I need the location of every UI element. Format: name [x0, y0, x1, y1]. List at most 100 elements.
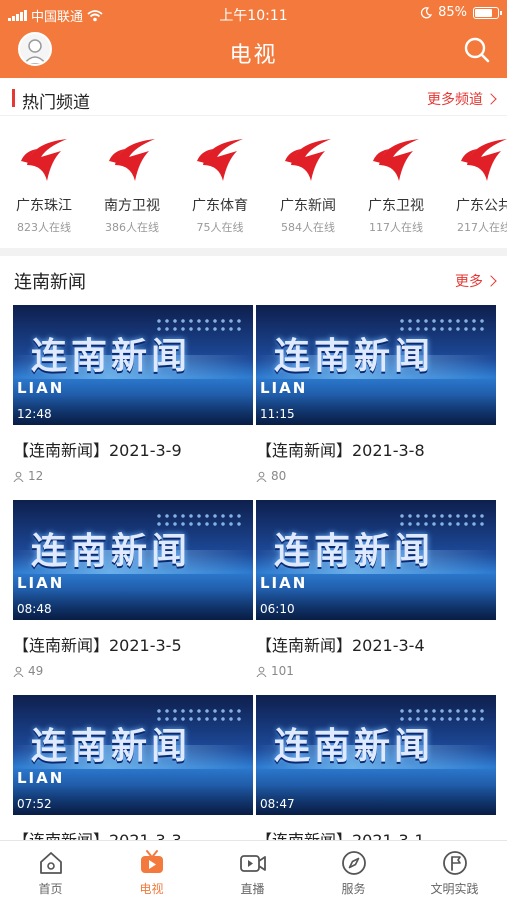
channel-item[interactable]: 广东珠江 823人在线: [0, 117, 88, 235]
home-icon: [39, 852, 62, 874]
channel-list: 广东珠江 823人在线 南方卫视 386人在线 广东体育 75人在线 广东新闻 …: [0, 117, 507, 247]
video-card[interactable]: 连南新闻 LIAN 06:10 【连南新闻】2021-3-4 101: [256, 500, 496, 678]
channel-online-count: 75人在线: [196, 221, 244, 234]
gdtv-logo-icon: [285, 139, 331, 181]
moon-icon: [421, 6, 433, 18]
channel-online-count: 217人在线: [457, 221, 507, 234]
flag-circle-icon: [442, 851, 467, 875]
nav-bar: 电视: [0, 28, 507, 78]
page-title: 电视: [229, 43, 278, 68]
channel-name: 广东公共: [456, 198, 507, 214]
video-duration: 11:15: [260, 407, 295, 421]
thumbnail-headline: 连南新闻: [274, 531, 435, 572]
chevron-right-icon: [485, 275, 497, 287]
video-camera-icon: [239, 855, 266, 872]
video-thumbnail: 连南新闻 LIAN 08:48: [13, 500, 253, 620]
person-icon: [13, 471, 24, 482]
section-marker: [12, 89, 15, 107]
tv-icon: [140, 850, 163, 873]
tab-tv-label: 电视: [139, 882, 164, 896]
battery-icon: [473, 6, 502, 19]
thumbnail-headline: 连南新闻: [274, 726, 435, 767]
section-divider: [0, 248, 507, 256]
channel-item[interactable]: 南方卫视 386人在线: [88, 117, 176, 235]
tab-live-label: 直播: [240, 882, 265, 896]
video-card[interactable]: 连南新闻 08:47 【连南新闻】2021-3-1: [256, 695, 496, 851]
video-thumbnail: 连南新闻 LIAN 11:15: [256, 305, 496, 425]
video-card[interactable]: 连南新闻 LIAN 11:15 【连南新闻】2021-3-8 80: [256, 305, 496, 483]
thumbnail-headline: 连南新闻: [31, 726, 192, 767]
channel-item[interactable]: 广东公共 217人在线: [440, 117, 507, 235]
video-duration: 08:47: [260, 797, 295, 811]
thumbnail-headline: 连南新闻: [31, 336, 192, 377]
news-section-header: 连南新闻 更多: [0, 262, 507, 298]
chevron-right-icon: [485, 93, 497, 105]
thumbnail-headline: 连南新闻: [274, 336, 435, 377]
gdtv-logo-icon: [461, 139, 507, 181]
battery-percent: 85%: [438, 5, 467, 20]
channel-online-count: 117人在线: [369, 221, 423, 234]
more-news-label: 更多: [455, 274, 483, 290]
gdtv-logo-icon: [373, 139, 419, 181]
video-views: 12: [13, 469, 253, 483]
more-channels-label: 更多频道: [427, 92, 483, 108]
tab-home-label: 首页: [38, 882, 63, 896]
video-duration: 06:10: [260, 602, 295, 616]
view-count: 12: [28, 469, 44, 483]
gdtv-logo-icon: [109, 139, 155, 181]
channel-online-count: 823人在线: [17, 221, 71, 234]
channel-online-count: 386人在线: [105, 221, 159, 234]
status-bar: 中国联通 上午10:11 85%: [0, 0, 507, 28]
channel-name: 广东体育: [192, 198, 248, 214]
person-icon: [256, 471, 267, 482]
channel-name: 广东珠江: [16, 198, 72, 214]
channel-item[interactable]: 广东体育 75人在线: [176, 117, 264, 235]
channel-item[interactable]: 广东新闻 584人在线: [264, 117, 352, 235]
video-views: 80: [256, 469, 496, 483]
video-title: 【连南新闻】2021-3-5: [13, 636, 182, 655]
channel-name: 广东新闻: [280, 198, 336, 214]
video-views: 49: [13, 664, 253, 678]
tab-service-label: 服务: [341, 882, 366, 896]
person-icon: [13, 666, 24, 677]
video-card[interactable]: 连南新闻 LIAN 12:48 【连南新闻】2021-3-9 12: [13, 305, 253, 483]
search-icon[interactable]: [463, 36, 491, 64]
tab-civilization[interactable]: 文明实践: [404, 841, 505, 900]
video-title: 【连南新闻】2021-3-8: [256, 441, 425, 460]
more-channels-link[interactable]: 更多频道: [427, 89, 497, 109]
video-thumbnail: 连南新闻 LIAN 07:52: [13, 695, 253, 815]
view-count: 101: [271, 664, 294, 678]
video-thumbnail: 连南新闻 LIAN 12:48: [13, 305, 253, 425]
tab-tv[interactable]: 电视: [101, 841, 202, 900]
news-section-title: 连南新闻: [14, 272, 86, 293]
tab-home[interactable]: 首页: [0, 841, 101, 900]
channel-name: 广东卫视: [368, 198, 424, 214]
tab-live[interactable]: 直播: [202, 841, 303, 900]
video-thumbnail: 连南新闻 LIAN 06:10: [256, 500, 496, 620]
video-title: 【连南新闻】2021-3-4: [256, 636, 425, 655]
view-count: 80: [271, 469, 287, 483]
video-duration: 08:48: [17, 602, 52, 616]
gdtv-logo-icon: [21, 139, 67, 181]
video-thumbnail: 连南新闻 08:47: [256, 695, 496, 815]
video-duration: 12:48: [17, 407, 52, 421]
bottom-tab-bar: 首页 电视 直播 服务 文明实践: [0, 840, 507, 900]
more-news-link[interactable]: 更多: [455, 271, 497, 291]
hot-channels-title: 热门频道: [22, 93, 90, 113]
video-duration: 07:52: [17, 797, 52, 811]
video-card[interactable]: 连南新闻 LIAN 08:48 【连南新闻】2021-3-5 49: [13, 500, 253, 678]
hot-channels-header: 热门频道 更多频道: [0, 80, 507, 116]
tab-service[interactable]: 服务: [303, 841, 404, 900]
thumbnail-headline: 连南新闻: [31, 531, 192, 572]
status-right: 85%: [420, 5, 502, 20]
compass-icon: [341, 851, 366, 875]
view-count: 49: [28, 664, 44, 678]
person-icon: [256, 666, 267, 677]
gdtv-logo-icon: [197, 139, 243, 181]
channel-name: 南方卫视: [104, 198, 160, 214]
video-title: 【连南新闻】2021-3-9: [13, 441, 182, 460]
video-card[interactable]: 连南新闻 LIAN 07:52 【连南新闻】2021-3-3: [13, 695, 253, 851]
tab-civilization-label: 文明实践: [430, 882, 479, 896]
channel-item[interactable]: 广东卫视 117人在线: [352, 117, 440, 235]
channel-online-count: 584人在线: [281, 221, 335, 234]
